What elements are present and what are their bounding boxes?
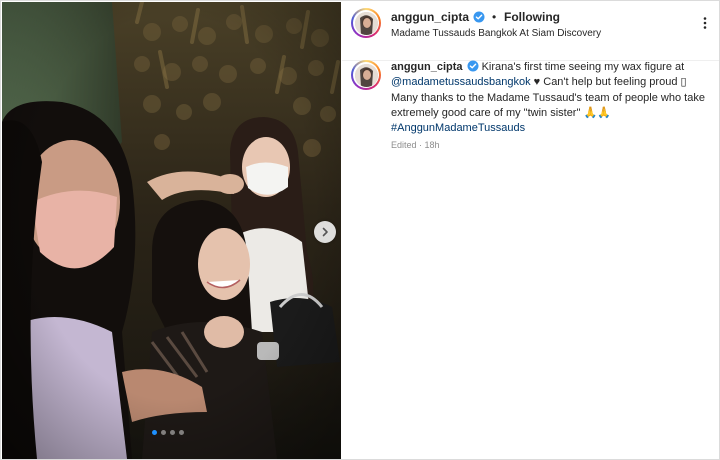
selfie-photo	[2, 2, 341, 459]
post-caption: anggun_cipta Kirana's first time seeing …	[391, 60, 709, 136]
more-options-icon	[703, 17, 707, 29]
carousel-dot-3	[170, 430, 175, 435]
header-separator: •	[492, 10, 497, 24]
carousel-dot-1	[152, 430, 157, 435]
caption-username[interactable]: anggun_cipta	[391, 61, 463, 73]
carousel-next-button[interactable]	[314, 221, 336, 243]
missing-glyph-box: ▯	[680, 76, 687, 89]
carousel-dot-4	[179, 430, 184, 435]
post-header: anggun_cipta • Following Madame Tussauds…	[342, 2, 719, 61]
hashtag-link[interactable]: #AnggunMadameTussauds	[391, 122, 525, 134]
mention-link[interactable]: @madametussaudsbangkok	[391, 76, 531, 88]
post-modal: anggun_cipta • Following Madame Tussauds…	[0, 0, 720, 460]
time-ago[interactable]: 18h	[425, 140, 440, 150]
carousel-indicators	[152, 430, 184, 435]
more-options-button[interactable]	[698, 16, 712, 30]
avatar-image	[354, 63, 378, 87]
header-username[interactable]: anggun_cipta	[391, 10, 485, 24]
location-link[interactable]: Madame Tussauds Bangkok At Siam Discover…	[391, 28, 601, 39]
post-sidebar: anggun_cipta • Following Madame Tussauds…	[342, 2, 719, 459]
following-button[interactable]: Following	[504, 10, 560, 24]
caption-text-3: Many thanks to the Madame Tussaud's team…	[391, 91, 705, 119]
caption-text-1: Kirana's first time seeing my wax figure…	[481, 61, 685, 73]
caption-avatar[interactable]	[351, 60, 381, 90]
username-text[interactable]: anggun_cipta	[391, 10, 469, 24]
chevron-right-icon	[322, 227, 328, 237]
carousel-dot-2	[161, 430, 166, 435]
caption-text-2: ♥ Can't help but feeling proud	[533, 76, 678, 89]
praying-hands-emoji: 🙏🙏	[583, 106, 611, 119]
verified-badge-icon	[473, 11, 485, 23]
post-photo[interactable]	[2, 2, 341, 459]
header-avatar[interactable]	[351, 8, 381, 38]
edited-label: Edited	[391, 140, 417, 150]
verified-badge-icon	[467, 60, 479, 72]
avatar-image	[354, 11, 378, 35]
post-timestamp: Edited · 18h	[391, 140, 440, 150]
